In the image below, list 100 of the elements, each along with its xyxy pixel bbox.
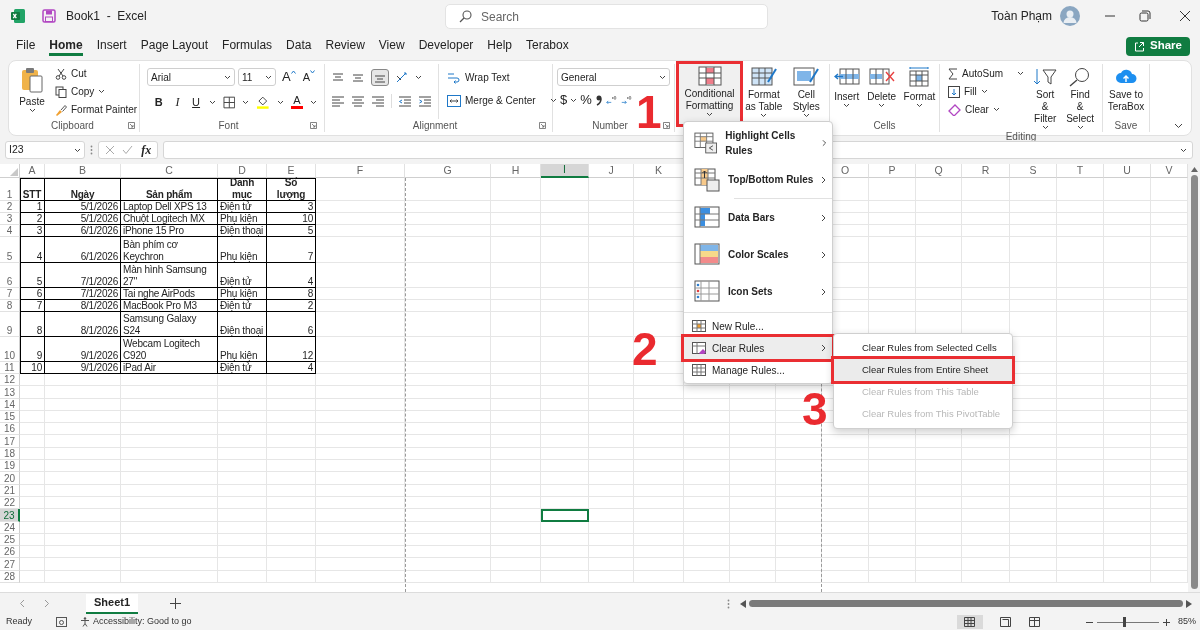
row-header[interactable]: 7 — [0, 288, 20, 300]
zoom-level[interactable]: 85% — [1178, 615, 1196, 629]
menu-tab[interactable]: Home — [49, 36, 83, 56]
row-header[interactable]: 6 — [0, 263, 20, 288]
menu-item[interactable]: Icon Sets — [684, 273, 832, 310]
menu-tab[interactable]: Page Layout — [140, 36, 209, 56]
cut-button[interactable]: Cut — [55, 65, 138, 82]
menu-item[interactable]: New Rule... — [684, 315, 832, 337]
font-size-dropdown[interactable]: 11 — [238, 68, 276, 86]
column-header[interactable]: R — [962, 164, 1010, 178]
menu-item[interactable]: Data Bars — [684, 199, 832, 236]
clear-button[interactable]: Clear — [948, 101, 1025, 118]
row-header[interactable]: 21 — [0, 484, 20, 497]
column-header[interactable]: I — [541, 164, 589, 178]
row-header[interactable]: 10 — [0, 337, 20, 362]
accessibility-status[interactable]: Accessibility: Good to go — [93, 615, 192, 629]
bold-button[interactable]: B — [153, 93, 165, 111]
autosum-button[interactable]: AutoSum — [948, 65, 1025, 82]
row-header[interactable]: 20 — [0, 472, 20, 485]
wrap-text-button[interactable]: Wrap Text — [447, 69, 557, 86]
conditional-formatting-button[interactable]: Conditional Formatting — [679, 64, 741, 124]
underline-button[interactable]: U — [190, 93, 202, 111]
row-header[interactable]: 3 — [0, 213, 20, 225]
menu-tab[interactable]: Terabox — [526, 36, 569, 56]
column-header[interactable]: E — [267, 164, 316, 178]
row-header[interactable]: 5 — [0, 237, 20, 263]
menu-item[interactable]: Manage Rules... — [684, 359, 832, 381]
column-header[interactable]: D — [218, 164, 267, 178]
menu-tab[interactable]: Help — [487, 36, 512, 56]
search-field[interactable]: Search — [445, 4, 768, 29]
menu-item[interactable]: Clear Rules — [684, 337, 832, 359]
row-header[interactable]: 12 — [0, 374, 20, 387]
row-header[interactable]: 24 — [0, 521, 20, 534]
menu-item[interactable]: Color Scales — [684, 236, 832, 273]
name-box[interactable]: I23 — [5, 141, 85, 159]
menu-tab[interactable]: Data — [286, 36, 312, 56]
menu-tab[interactable]: View — [378, 36, 405, 56]
row-header[interactable]: 14 — [0, 398, 20, 411]
font-name-dropdown[interactable]: Arial — [147, 68, 235, 86]
row-header[interactable]: 18 — [0, 447, 20, 461]
decrease-font-size-button[interactable]: A — [302, 70, 315, 84]
number-format-dropdown[interactable]: General — [557, 68, 670, 86]
column-header[interactable]: U — [1104, 164, 1151, 178]
table-cell: Tai nghe AirPods — [121, 288, 218, 300]
italic-button[interactable]: I — [171, 93, 184, 111]
menu-tab[interactable]: File — [16, 36, 36, 56]
fill-button[interactable]: Fill — [948, 83, 1025, 100]
column-header[interactable]: P — [869, 164, 916, 178]
row-header[interactable]: 28 — [0, 570, 20, 584]
find-select-button[interactable]: Find & Select — [1066, 64, 1094, 130]
row-header[interactable]: 1 — [0, 178, 20, 201]
column-header[interactable]: S — [1010, 164, 1057, 178]
sheet-tab[interactable]: Sheet1 — [86, 593, 139, 614]
sort-filter-button[interactable]: Sort & Filter — [1032, 64, 1059, 130]
column-header[interactable]: J — [589, 164, 634, 178]
menu-tab[interactable]: Review — [325, 36, 365, 56]
percent-button[interactable]: % — [580, 90, 592, 110]
share-button[interactable]: Share — [1126, 36, 1190, 56]
column-header[interactable]: Q — [916, 164, 962, 178]
group-label: Editing — [1005, 130, 1037, 144]
menu-tab[interactable]: Insert — [96, 36, 127, 56]
column-header[interactable]: G — [405, 164, 491, 178]
row-header[interactable]: 2 — [0, 201, 20, 213]
row-header[interactable]: 15 — [0, 410, 20, 424]
menu-tab[interactable]: Formulas — [222, 36, 273, 56]
menu-item[interactable]: Clear Rules from Selected Cells — [834, 337, 1012, 359]
column-header[interactable]: A — [20, 164, 45, 178]
insert-button[interactable]: Insert — [833, 67, 860, 119]
row-header[interactable]: 8 — [0, 300, 20, 312]
row-header[interactable]: 17 — [0, 435, 20, 448]
format-button[interactable]: Format — [903, 67, 936, 119]
paste-button[interactable]: Paste — [15, 64, 49, 119]
column-header[interactable]: C — [121, 164, 218, 178]
table-cell: 9 — [20, 337, 45, 362]
row-header[interactable]: 4 — [0, 225, 20, 237]
menu-item[interactable]: Highlight Cells Rules — [684, 124, 832, 161]
increase-font-size-button[interactable]: A — [282, 70, 296, 84]
row-header[interactable]: 23 — [0, 509, 20, 522]
row-header[interactable]: 13 — [0, 386, 20, 399]
insert-function-button[interactable]: fx — [141, 141, 152, 159]
format-painter-button[interactable]: Format Painter — [55, 101, 138, 118]
save-to-terabox-button[interactable]: Save to TeraBox — [1103, 64, 1149, 119]
row-header[interactable]: 9 — [0, 312, 20, 337]
step-number: 2 — [632, 331, 658, 367]
column-header[interactable]: B — [45, 164, 121, 178]
currency-button[interactable]: $ — [560, 90, 568, 110]
row-header[interactable]: 25 — [0, 533, 20, 547]
font-color-button[interactable]: A — [291, 95, 304, 109]
row-header[interactable]: 26 — [0, 546, 20, 559]
row-header[interactable]: 16 — [0, 423, 20, 436]
column-header[interactable]: F — [316, 164, 405, 178]
copy-button[interactable]: Copy — [55, 83, 138, 100]
row-header[interactable]: 19 — [0, 460, 20, 473]
merge-center-button[interactable]: Merge & Center — [447, 92, 557, 109]
delete-button[interactable]: Delete — [867, 67, 897, 119]
column-header[interactable]: T — [1057, 164, 1104, 178]
menu-tab[interactable]: Developer — [418, 36, 474, 56]
menu-item[interactable]: Clear Rules from Entire Sheet — [834, 359, 1012, 381]
row-header[interactable]: 27 — [0, 558, 20, 571]
row-header[interactable]: 11 — [0, 362, 20, 374]
